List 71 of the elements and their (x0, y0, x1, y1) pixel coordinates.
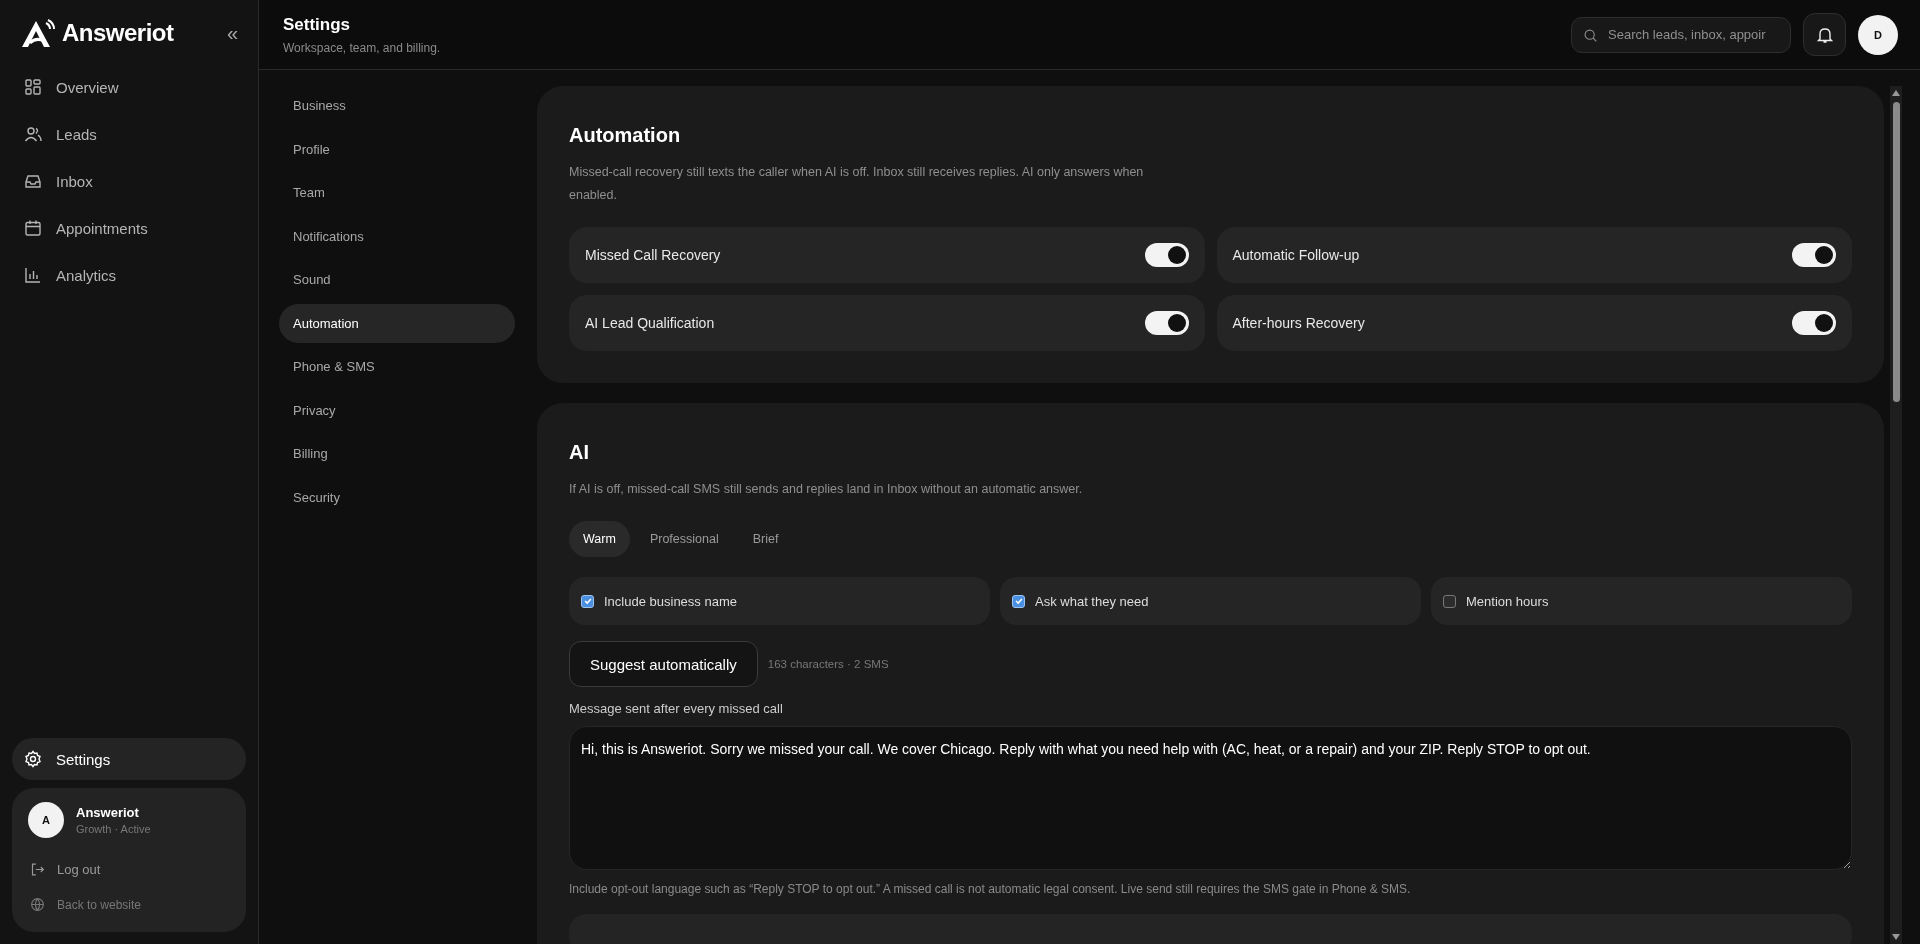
user-avatar[interactable]: D (1858, 14, 1898, 55)
tone-tab[interactable]: Brief (738, 521, 793, 557)
globe-icon (30, 897, 45, 912)
settings-icon (24, 750, 42, 768)
option-row[interactable]: Mention hours (1431, 577, 1852, 625)
bell-icon (1815, 25, 1834, 44)
account-link[interactable]: Back to website (28, 887, 230, 922)
settings-nav-item[interactable]: Sound (279, 260, 515, 300)
avatar: A (28, 802, 64, 838)
logout-icon (30, 862, 45, 877)
scroll-down-icon[interactable] (1892, 934, 1900, 940)
field-label: Message sent after every missed call (569, 701, 784, 716)
toggle-label: AI Lead Qualification (585, 315, 715, 331)
toggle-switch[interactable] (1144, 311, 1189, 335)
settings-nav-item[interactable]: Business (279, 86, 515, 126)
scrollbar[interactable] (1890, 86, 1902, 944)
toggle-switch[interactable] (1144, 243, 1189, 267)
checkbox[interactable] (1012, 594, 1025, 608)
toggle-label: After-hours Recovery (1232, 315, 1365, 331)
checkbox[interactable] (581, 594, 594, 608)
logo-text: Answeriot (62, 19, 174, 47)
option-label: Ask what they need (1035, 593, 1149, 609)
settings-nav-item[interactable]: Profile (279, 129, 515, 169)
nav-item[interactable]: Overview (12, 66, 246, 108)
help-text: Include opt-out language such as “Reply STOP to opt out.” A missed call is not automatic legal consent. Live send still requires the SMS gate in Phone & SMS. (569, 882, 1412, 896)
account-link[interactable]: Log out (28, 852, 230, 887)
settings-nav-item[interactable]: Phone & SMS (279, 347, 515, 387)
toggle-label: Automatic Follow-up (1232, 247, 1360, 263)
users-icon (24, 125, 42, 143)
notifications-button[interactable] (1803, 13, 1846, 56)
account-plan: Growth · Active (76, 823, 151, 835)
message-field[interactable]: Hi, this is Answeriot. Sorry we missed your call. We cover Chicago. Reply with what you need help with (AC, heat, or a repair) and your ZIP. Reply STOP to opt out. (569, 726, 1852, 870)
scroll-thumb[interactable] (1892, 102, 1900, 402)
section-description: If AI is off, missed-call SMS still sends and replies land in Inbox without an automatic answer. (569, 481, 1084, 498)
option-row[interactable]: Ask what they need (1000, 577, 1421, 625)
option-label: Mention hours (1466, 593, 1549, 609)
tone-tab[interactable]: Professional (635, 521, 733, 557)
collapse-button[interactable]: « (226, 21, 238, 45)
settings-nav-item[interactable]: Security (279, 477, 515, 517)
settings-nav-item[interactable]: Notifications (279, 216, 515, 256)
checkbox[interactable] (1443, 594, 1456, 608)
grid-icon (24, 78, 42, 96)
suggest-button[interactable]: Suggest automatically (569, 641, 758, 687)
search-icon (1583, 27, 1598, 43)
section-title: Automation (569, 124, 682, 147)
nav-item[interactable]: Appointments (12, 207, 246, 249)
section-description: Missed-call recovery still texts the caller when AI is off. Inbox still receives replies. AI only answers when enabled. (569, 164, 1145, 204)
page-title: Settings (283, 14, 352, 35)
toggle-label: Missed Call Recovery (585, 247, 721, 263)
inbox-icon (24, 172, 42, 190)
page-subtitle: Workspace, team, and billing. (283, 40, 441, 55)
nav-item[interactable]: Inbox (12, 160, 246, 202)
section-title: AI (569, 441, 590, 464)
account-name: Answeriot (76, 805, 140, 820)
nav-item[interactable]: Leads (12, 113, 246, 155)
settings-nav-item[interactable]: Billing (279, 434, 515, 474)
settings-nav-item[interactable]: Privacy (279, 390, 515, 430)
settings-nav-item[interactable]: Automation (279, 303, 515, 343)
search-field[interactable]: Search leads, inbox, appoir (1571, 16, 1791, 53)
settings-nav-item[interactable]: Team (279, 173, 515, 213)
toggle-switch[interactable] (1792, 243, 1836, 267)
scroll-up-icon[interactable] (1892, 90, 1900, 96)
nav-item[interactable]: Analytics (12, 254, 246, 296)
option-row[interactable]: Include business name (569, 577, 990, 625)
bar-chart-icon (24, 266, 42, 284)
tone-tab[interactable]: Warm (569, 521, 630, 557)
settings-nav-item[interactable]: Settings (12, 738, 246, 780)
toggle-switch[interactable] (1792, 311, 1836, 335)
calendar-icon (24, 219, 42, 237)
option-label: Include business name (604, 593, 737, 609)
character-counter: 163 characters · 2 SMS (767, 658, 889, 670)
